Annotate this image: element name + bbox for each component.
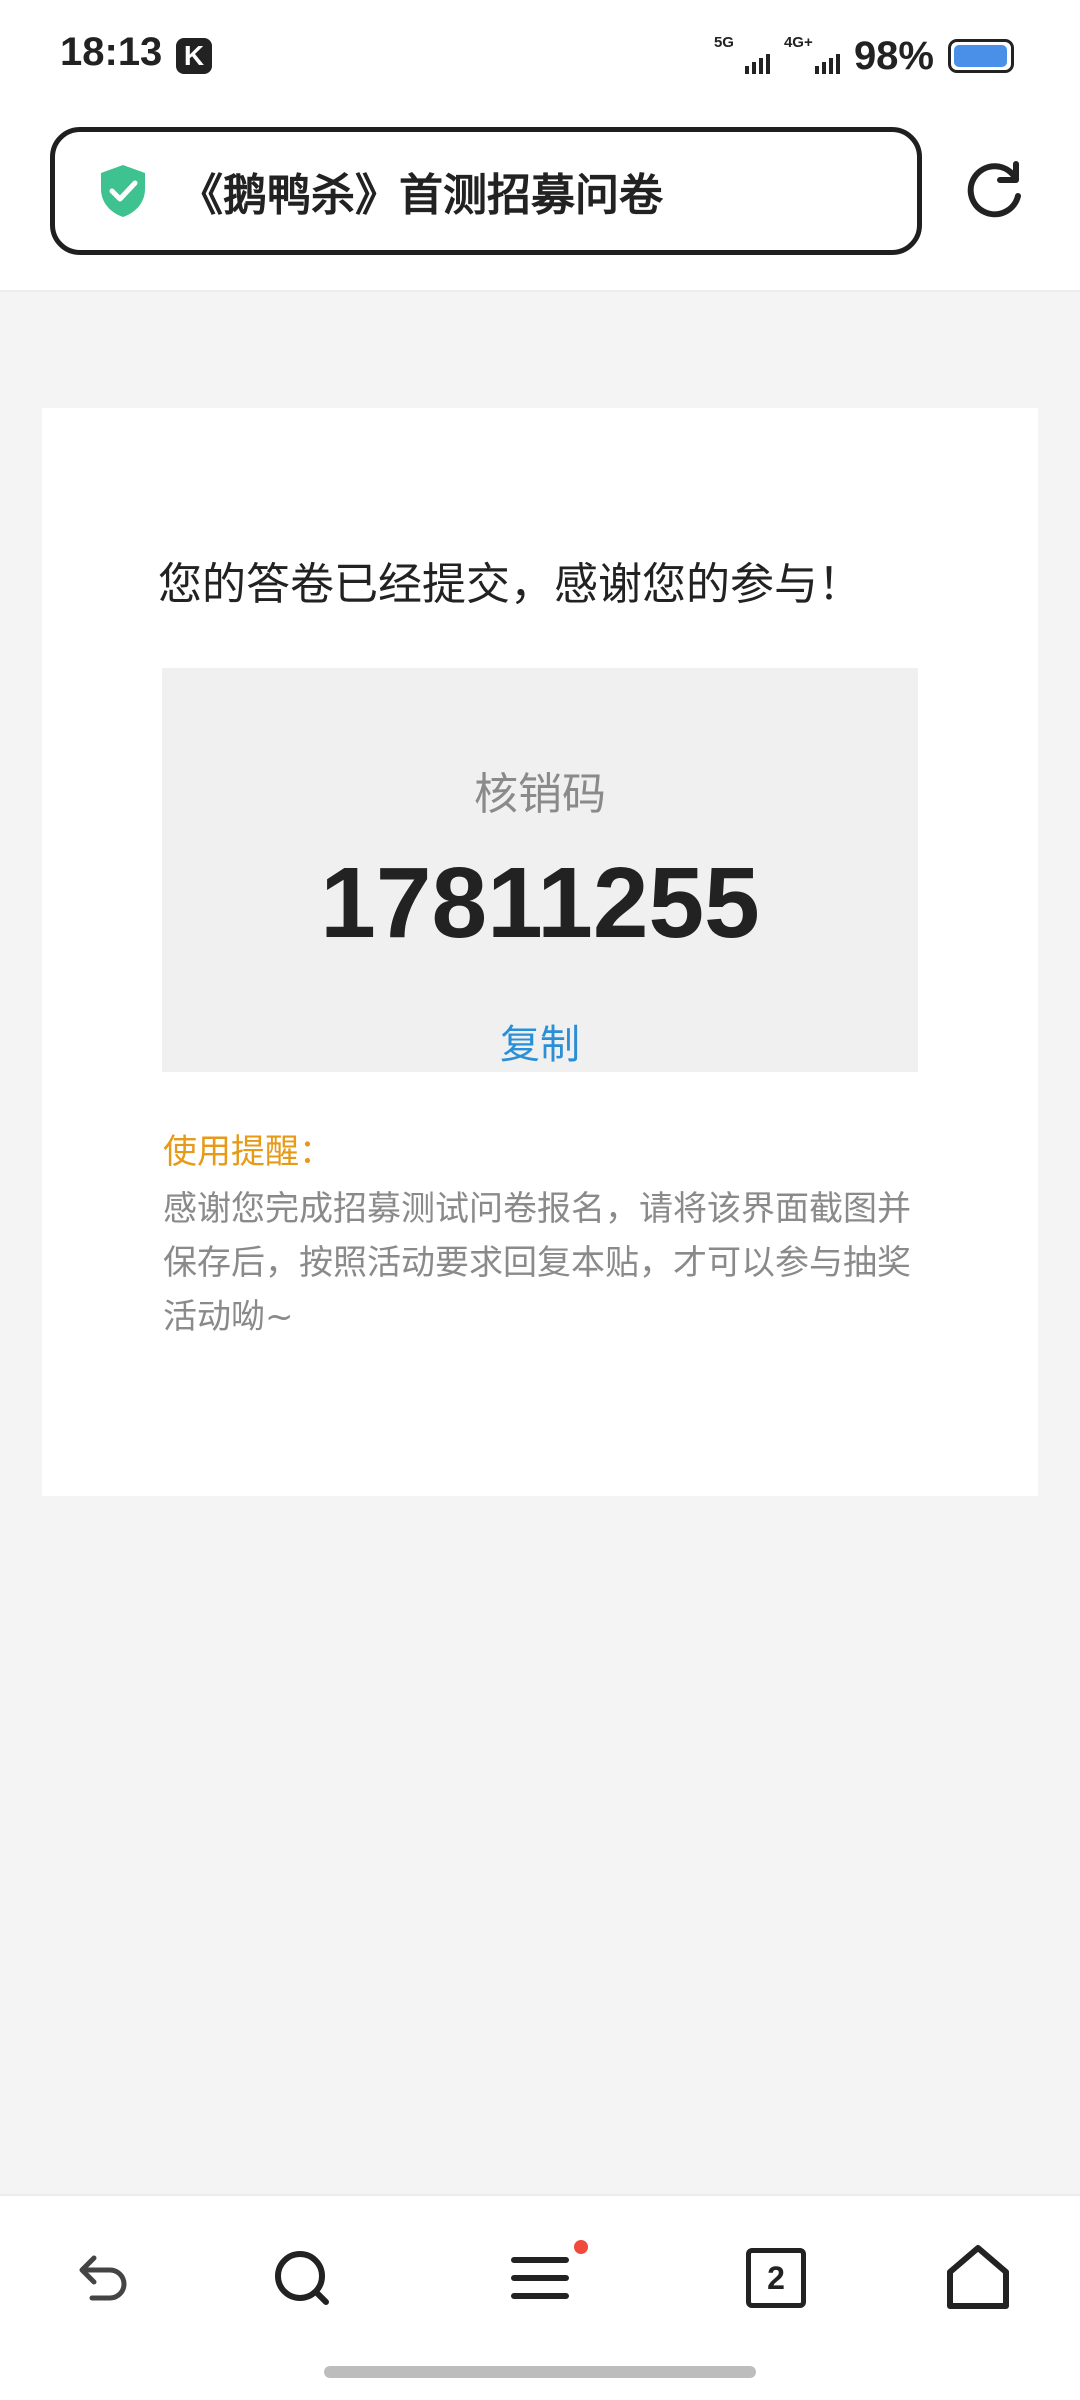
copy-button[interactable]: 复制 <box>162 1012 918 1070</box>
search-icon[interactable] <box>264 2240 340 2316</box>
signal-4g-label: 4G+ <box>783 34 813 51</box>
signal-5g-icon: 5G <box>714 34 770 78</box>
app-notification-icon: K <box>176 38 212 74</box>
battery-percentage: 98% <box>853 33 934 78</box>
signal-4g-icon: 4G+ <box>784 34 840 78</box>
result-card: 您的答卷已经提交，感谢您的参与！ 核销码 17811255 复制 使用提醒： 感… <box>42 408 1038 1496</box>
back-icon[interactable] <box>64 2240 140 2316</box>
status-time: 18:13 <box>60 30 163 74</box>
menu-button[interactable] <box>502 2240 588 2316</box>
tabs-button[interactable]: 2 <box>738 2240 814 2316</box>
notification-dot <box>574 2240 588 2254</box>
battery-fill <box>954 45 1007 67</box>
home-icon[interactable] <box>940 2240 1016 2316</box>
signal-5g-label: 5G <box>713 34 734 51</box>
browser-toolbar: 《鹅鸭杀》首测招募问卷 <box>0 112 1080 292</box>
submission-message: 您的答卷已经提交，感谢您的参与！ <box>158 559 862 610</box>
reminder-title: 使用提醒： <box>163 1132 333 1172</box>
address-bar[interactable]: 《鹅鸭杀》首测招募问卷 <box>50 127 922 255</box>
page-title: 《鹅鸭杀》首测招募问卷 <box>179 170 663 221</box>
status-indicators: 5G 4G+ 98% <box>714 30 1014 82</box>
code-panel: 核销码 17811255 复制 <box>162 668 918 1072</box>
code-label: 核销码 <box>474 769 606 820</box>
menu-icon <box>511 2257 569 2299</box>
tabs-count: 2 <box>746 2248 806 2308</box>
gesture-home-indicator[interactable] <box>324 2366 756 2378</box>
reload-icon[interactable] <box>966 158 1026 222</box>
code-value: 17811255 <box>320 847 760 959</box>
shield-check-icon <box>101 165 145 217</box>
battery-icon <box>948 39 1014 73</box>
reminder-text: 感谢您完成招募测试问卷报名，请将该界面截图并保存后，按照活动要求回复本贴，才可以… <box>163 1189 911 1337</box>
status-bar: 18:13 K 5G 4G+ 98% <box>0 0 1080 112</box>
